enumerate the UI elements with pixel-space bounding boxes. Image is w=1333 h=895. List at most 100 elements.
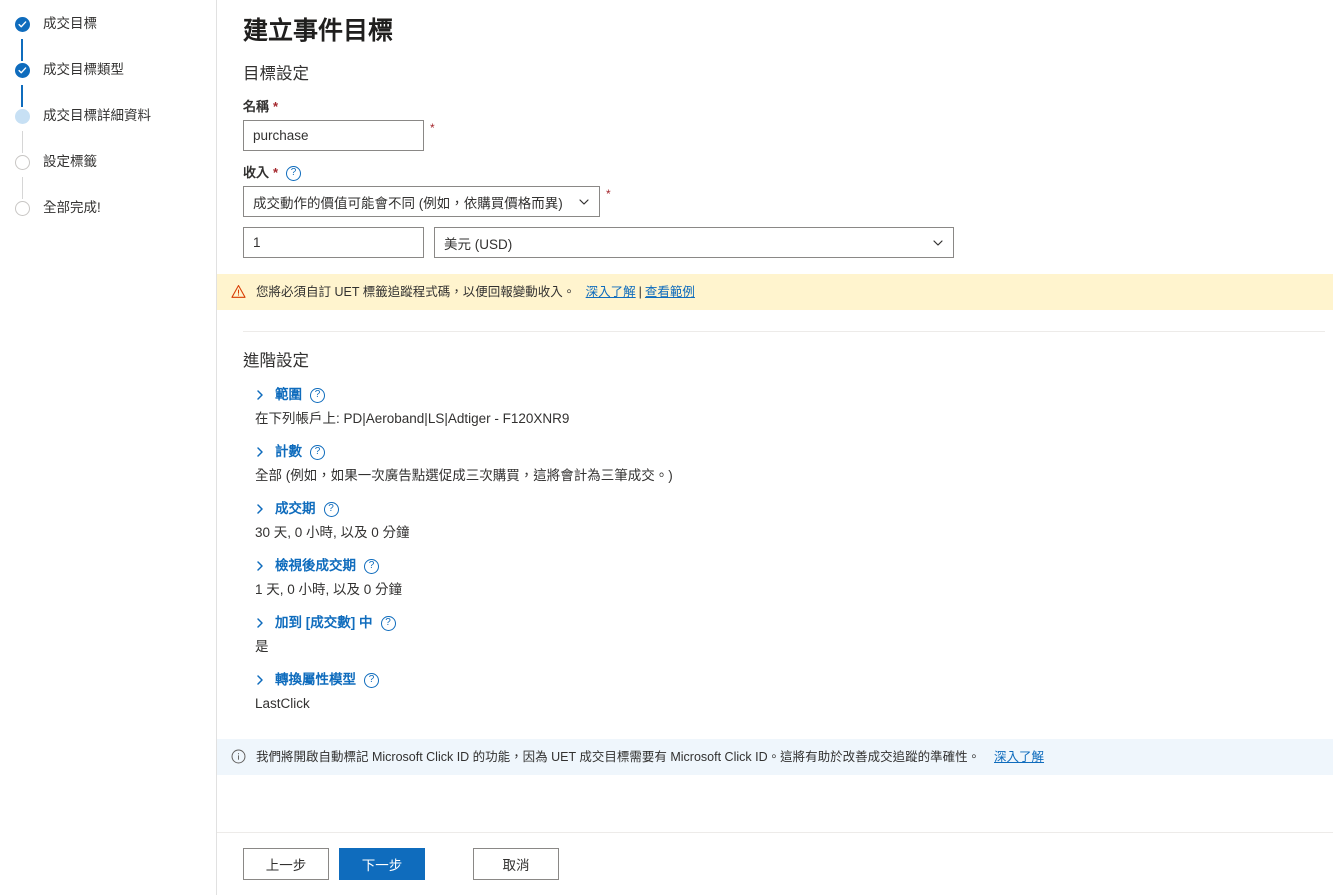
advanced-item-scope: 範圍 ? 在下列帳戶上: PD|Aeroband|LS|Adtiger - F1…: [243, 386, 1325, 429]
form-area: 建立事件目標 目標設定 名稱 * * 收入 * ?: [217, 14, 1333, 258]
amount-currency-row: 美元 (USD): [243, 227, 1325, 258]
step-pending-icon: [15, 201, 30, 216]
chevron-right-icon: [254, 389, 266, 401]
step-marker: [14, 17, 31, 32]
advanced-area: 進階設定 範圍 ? 在下列帳戶上: PD|Aeroband|LS|Adtiger…: [217, 331, 1333, 714]
advanced-item-view-through-window: 檢視後成交期 ? 1 天, 0 小時, 以及 0 分鐘: [243, 557, 1325, 600]
chevron-right-icon: [254, 503, 266, 515]
advanced-item-value: 全部 (例如，如果一次廣告點選促成三次購買，這將會計為三筆成交。): [255, 468, 673, 483]
question-circle-icon[interactable]: ?: [286, 165, 302, 181]
step-current-icon: [15, 109, 30, 124]
revenue-type-selected-value: 成交動作的價值可能會不同 (例如，依購買價格而異): [253, 195, 563, 211]
required-asterisk: *: [273, 165, 279, 180]
currency-selected-value: 美元 (USD): [444, 236, 513, 252]
warning-banner-text: 您將必須自訂 UET 標籤追蹤程式碼，以便回報變動收入。 深入了解 | 查看範例: [256, 283, 695, 301]
chevron-down-icon: [578, 196, 590, 208]
advanced-item-label[interactable]: 加到 [成交數] 中: [275, 614, 373, 632]
wizard-stepper-sidebar: 成交目標 成交目標類型 成交目標詳細資料 設定標籤 全部完成!: [0, 0, 217, 895]
advanced-item-value: LastClick: [255, 696, 310, 711]
question-circle-icon[interactable]: ?: [364, 558, 379, 574]
sidebar-step-1[interactable]: 成交目標: [0, 16, 216, 63]
sidebar-step-label: 成交目標詳細資料: [43, 108, 151, 123]
revenue-field-label: 收入 * ?: [243, 165, 1325, 181]
chevron-right-icon: [254, 446, 266, 458]
chevron-right-icon: [254, 560, 266, 572]
advanced-item-include-in-conversions: 加到 [成交數] 中 ? 是: [243, 614, 1325, 657]
advanced-item-label[interactable]: 檢視後成交期: [275, 557, 356, 575]
advanced-item-header[interactable]: 成交期 ?: [243, 500, 1325, 518]
step-complete-icon: [15, 63, 30, 78]
sidebar-step-5[interactable]: 全部完成!: [0, 200, 216, 247]
wizard-footer: 上一步 下一步 取消: [217, 832, 1333, 895]
advanced-item-label[interactable]: 計數: [275, 443, 302, 461]
learn-more-link[interactable]: 深入了解: [586, 285, 636, 299]
advanced-item-value: 在下列帳戶上: PD|Aeroband|LS|Adtiger - F120XNR…: [255, 411, 570, 426]
step-marker: [14, 109, 31, 124]
click-id-info-banner: 我們將開啟自動標記 Microsoft Click ID 的功能，因為 UET …: [217, 739, 1333, 775]
revenue-amount-input[interactable]: [243, 227, 424, 258]
wizard-page: 成交目標 成交目標類型 成交目標詳細資料 設定標籤 全部完成! 建立事件目標 目…: [0, 0, 1333, 895]
revenue-required-marker: *: [606, 187, 611, 201]
revenue-label-text: 收入: [243, 165, 270, 180]
warning-message: 您將必須自訂 UET 標籤追蹤程式碼，以便回報變動收入。: [256, 285, 576, 299]
advanced-item-header[interactable]: 計數 ?: [243, 443, 1325, 461]
section-divider: [243, 331, 1325, 332]
advanced-item-label[interactable]: 轉換屬性模型: [275, 671, 356, 689]
info-banner-text: 我們將開啟自動標記 Microsoft Click ID 的功能，因為 UET …: [256, 748, 1044, 766]
advanced-item-header[interactable]: 轉換屬性模型 ?: [243, 671, 1325, 689]
warning-triangle-icon: [231, 284, 246, 299]
step-marker: [14, 155, 31, 170]
next-button[interactable]: 下一步: [339, 848, 425, 880]
advanced-item-attribution-model: 轉換屬性模型 ? LastClick: [243, 671, 1325, 714]
sidebar-step-label: 全部完成!: [43, 200, 101, 215]
advanced-item-value: 30 天, 0 小時, 以及 0 分鐘: [255, 525, 410, 540]
chevron-right-icon: [254, 674, 266, 686]
step-connector: [21, 39, 23, 61]
advanced-item-label[interactable]: 範圍: [275, 386, 302, 404]
question-circle-icon[interactable]: ?: [323, 501, 339, 517]
currency-select[interactable]: 美元 (USD): [434, 227, 954, 258]
wizard-content: 建立事件目標 目標設定 名稱 * * 收入 * ?: [217, 14, 1333, 775]
cancel-button[interactable]: 取消: [473, 848, 559, 880]
advanced-item-label[interactable]: 成交期: [275, 500, 316, 518]
question-circle-icon[interactable]: ?: [380, 615, 396, 631]
advanced-item-header[interactable]: 加到 [成交數] 中 ?: [243, 614, 1325, 632]
advanced-item-value: 是: [255, 639, 269, 654]
advanced-item-header[interactable]: 範圍 ?: [243, 386, 1325, 404]
back-button[interactable]: 上一步: [243, 848, 329, 880]
question-circle-icon[interactable]: ?: [310, 444, 325, 460]
advanced-item-conversion-window: 成交期 ? 30 天, 0 小時, 以及 0 分鐘: [243, 500, 1325, 543]
chevron-right-icon: [254, 617, 266, 629]
advanced-item-header[interactable]: 檢視後成交期 ?: [243, 557, 1325, 575]
info-circle-icon: [231, 749, 246, 764]
page-title: 建立事件目標: [243, 17, 394, 45]
question-circle-icon[interactable]: ?: [310, 387, 325, 403]
link-separator: |: [638, 285, 642, 299]
step-pending-icon: [15, 155, 30, 170]
advanced-item-value: 1 天, 0 小時, 以及 0 分鐘: [255, 582, 403, 597]
revenue-type-select[interactable]: 成交動作的價值可能會不同 (例如，依購買價格而異): [243, 186, 600, 217]
name-label-text: 名稱: [243, 99, 270, 114]
required-asterisk: *: [273, 99, 279, 114]
sidebar-step-4[interactable]: 設定標籤: [0, 154, 216, 201]
wizard-main-panel: 建立事件目標 目標設定 名稱 * * 收入 * ?: [217, 0, 1333, 895]
view-example-link[interactable]: 查看範例: [645, 285, 695, 299]
variable-revenue-warning-banner: 您將必須自訂 UET 標籤追蹤程式碼，以便回報變動收入。 深入了解 | 查看範例: [217, 274, 1333, 310]
step-complete-icon: [15, 17, 30, 32]
name-required-marker: *: [430, 121, 435, 135]
sidebar-step-3[interactable]: 成交目標詳細資料: [0, 108, 216, 155]
learn-more-link[interactable]: 深入了解: [994, 750, 1044, 764]
name-input[interactable]: [243, 120, 424, 151]
question-circle-icon[interactable]: ?: [364, 672, 379, 688]
step-connector: [21, 131, 23, 153]
step-connector: [21, 85, 23, 107]
sidebar-step-label: 設定標籤: [43, 154, 97, 169]
name-input-row: *: [243, 120, 1325, 151]
advanced-settings-heading: 進階設定: [243, 352, 309, 370]
advanced-item-count: 計數 ? 全部 (例如，如果一次廣告點選促成三次購買，這將會計為三筆成交。): [243, 443, 1325, 486]
sidebar-step-2[interactable]: 成交目標類型: [0, 62, 216, 109]
revenue-select-row: 成交動作的價值可能會不同 (例如，依購買價格而異) *: [243, 186, 1325, 217]
sidebar-step-label: 成交目標類型: [43, 62, 124, 77]
step-connector: [21, 177, 23, 199]
sidebar-step-label: 成交目標: [43, 16, 97, 31]
